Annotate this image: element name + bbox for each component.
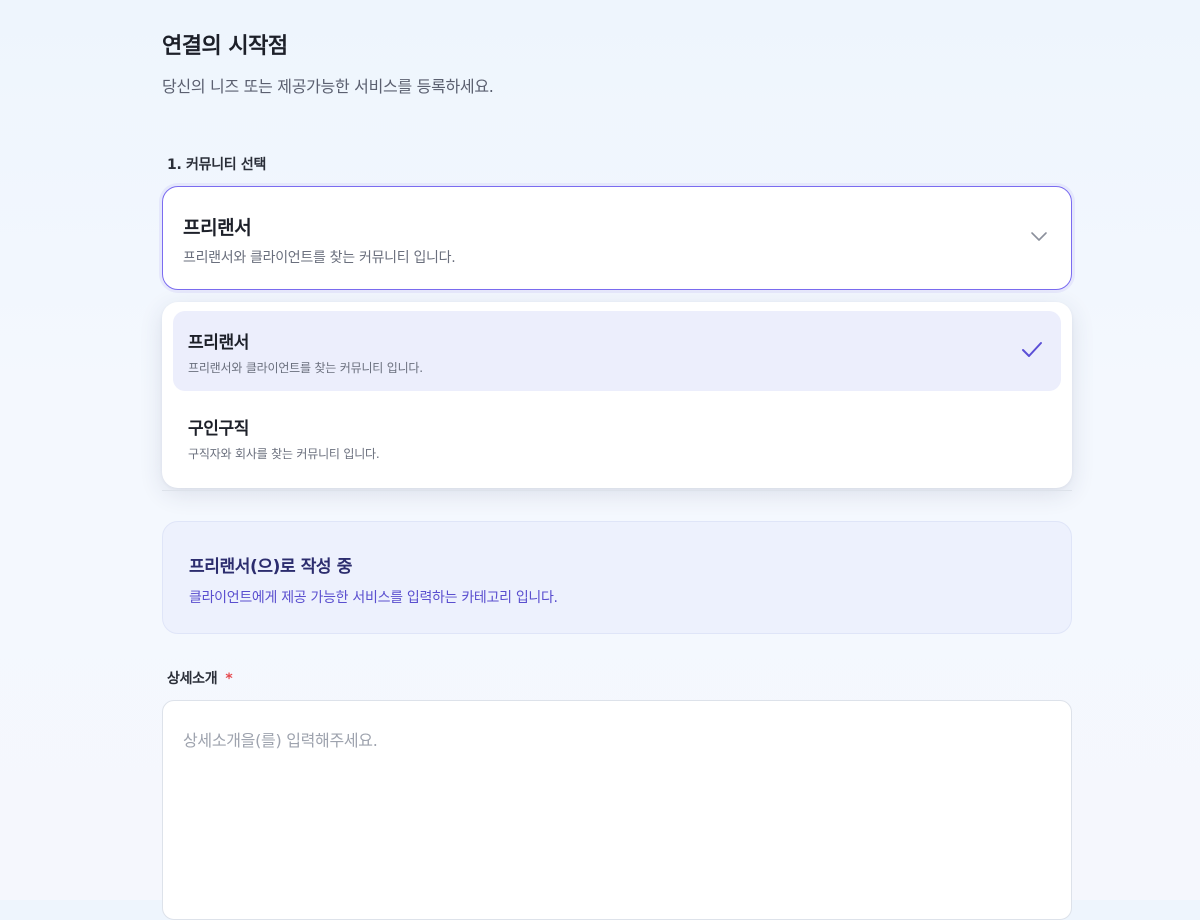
info-title: 프리랜서(으)로 작성 중 xyxy=(189,557,352,577)
community-select[interactable]: 프리랜서 프리랜서와 클라이언트를 찾는 커뮤니티 입니다. xyxy=(162,186,1072,290)
detail-label-text: 상세소개 xyxy=(167,671,218,687)
detail-textarea[interactable] xyxy=(162,700,1072,920)
option-title: 구인구직 xyxy=(188,419,249,439)
dropdown-option-freelancer[interactable]: 프리랜서 프리랜서와 클라이언트를 찾는 커뮤니티 입니다. xyxy=(173,311,1061,391)
option-description: 프리랜서와 클라이언트를 찾는 커뮤니티 입니다. xyxy=(188,361,423,375)
option-description: 구직자와 회사를 찾는 커뮤니티 입니다. xyxy=(188,447,380,461)
detail-field-label: 상세소개 * xyxy=(167,668,233,688)
info-description: 클라이언트에게 제공 가능한 서비스를 입력하는 카테고리 입니다. xyxy=(189,590,558,606)
community-select-value: 프리랜서 xyxy=(183,217,252,239)
option-title: 프리랜서 xyxy=(188,333,249,353)
community-dropdown-menu: 프리랜서 프리랜서와 클라이언트를 찾는 커뮤니티 입니다. 구인구직 구직자와… xyxy=(162,302,1072,488)
required-mark: * xyxy=(225,671,233,687)
community-select-description: 프리랜서와 클라이언트를 찾는 커뮤니티 입니다. xyxy=(183,250,456,266)
page-subtitle: 당신의 니즈 또는 제공가능한 서비스를 등록하세요. xyxy=(162,77,494,96)
dropdown-option-job-search[interactable]: 구인구직 구직자와 회사를 찾는 커뮤니티 입니다. xyxy=(173,397,1061,477)
section-divider xyxy=(162,490,1072,491)
community-section-label: 1. 커뮤니티 선택 xyxy=(167,157,267,173)
writing-mode-info-box: 프리랜서(으)로 작성 중 클라이언트에게 제공 가능한 서비스를 입력하는 카… xyxy=(162,521,1072,634)
page-title: 연결의 시작점 xyxy=(162,34,288,59)
chevron-down-icon[interactable] xyxy=(1029,229,1049,243)
check-icon xyxy=(1022,342,1042,357)
